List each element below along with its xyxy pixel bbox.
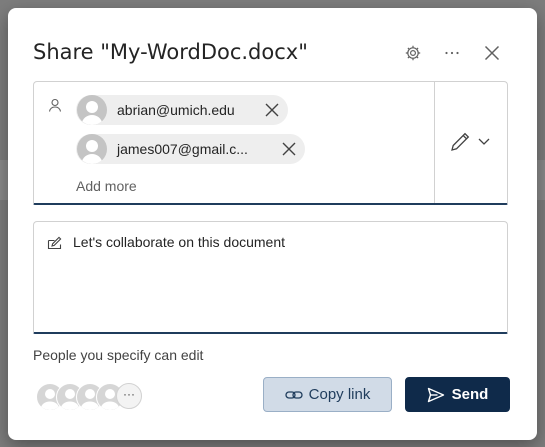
copy-link-label: Copy link <box>308 386 371 403</box>
recipients-field[interactable]: abrian@umich.edu james007@gmail.c... <box>33 81 508 205</box>
close-icon[interactable] <box>481 42 503 64</box>
permission-dropdown[interactable] <box>446 127 498 157</box>
edit-message-icon <box>47 236 62 250</box>
recipient-label: james007@gmail.c... <box>117 141 248 157</box>
dialog-title: Share "My-WordDoc.docx" <box>33 40 308 64</box>
recipient-label: abrian@umich.edu <box>117 102 235 118</box>
chevron-down-icon <box>478 138 490 145</box>
divider <box>434 82 435 203</box>
recipient-chip[interactable]: abrian@umich.edu <box>76 95 288 125</box>
add-more-input[interactable] <box>76 178 276 194</box>
shared-with-avatars[interactable]: ··· <box>36 383 156 411</box>
remove-recipient-icon[interactable] <box>264 102 280 118</box>
pencil-icon <box>451 132 470 151</box>
remove-recipient-icon[interactable] <box>281 141 297 157</box>
message-text: Let's collaborate on this document <box>73 234 286 250</box>
avatar <box>77 134 107 164</box>
copy-link-button[interactable]: Copy link <box>263 377 392 412</box>
more-options-icon[interactable] <box>441 42 463 64</box>
share-dialog: Share "My-WordDoc.docx" abrian@umich.edu <box>8 8 537 440</box>
link-icon <box>284 390 303 399</box>
avatar <box>77 95 107 125</box>
more-people-badge: ··· <box>116 383 142 409</box>
recipient-chip[interactable]: james007@gmail.c... <box>76 134 305 164</box>
send-icon <box>427 387 444 402</box>
message-field[interactable]: Let's collaborate on this document <box>33 221 508 334</box>
permission-note: People you specify can edit <box>33 347 204 363</box>
settings-gear-icon[interactable] <box>402 42 424 64</box>
send-label: Send <box>451 386 489 403</box>
person-icon <box>48 98 62 112</box>
send-button[interactable]: Send <box>405 377 510 412</box>
